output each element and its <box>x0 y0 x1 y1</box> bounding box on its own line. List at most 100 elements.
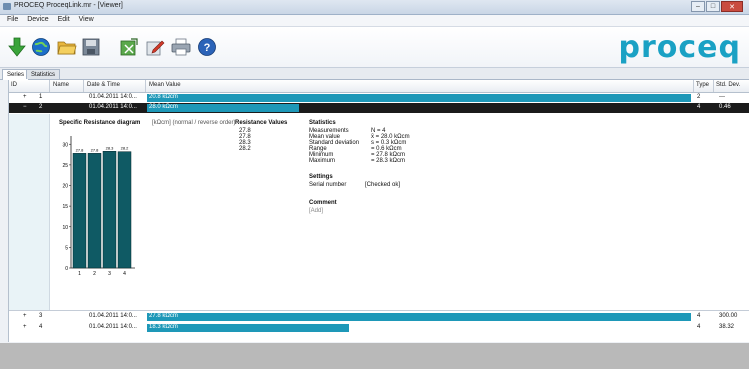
header-id[interactable]: ID <box>11 82 17 88</box>
tab-series[interactable]: Series <box>2 69 30 80</box>
resistance-value: 28.2 <box>239 146 251 152</box>
stat-label: Maximum <box>309 158 336 164</box>
mean-bar: 27.8 kΩcm <box>147 313 691 321</box>
header-mean[interactable]: Mean Value <box>149 82 181 88</box>
y-tick-label: 10 <box>62 225 68 231</box>
table-row[interactable]: + 3 01.04.2011 14:0... 27.8 kΩcm 4 300.0… <box>9 312 749 322</box>
maximize-button[interactable]: □ <box>706 1 720 12</box>
chart-bar <box>102 151 117 269</box>
row-id: 1 <box>39 94 43 100</box>
row-id: 4 <box>39 324 43 330</box>
tab-bar: Series Statistics <box>0 68 749 80</box>
row-datetime: 01.04.2011 14:0... <box>89 313 137 319</box>
y-tick-label: 5 <box>65 245 68 251</box>
x-tick-label: 2 <box>93 271 96 277</box>
svg-text:?: ? <box>204 42 211 54</box>
mean-bar: 28.0 kΩcm <box>147 104 299 112</box>
bar-data-label: 28.2 <box>121 146 130 151</box>
row-stddev: 0.46 <box>719 104 731 110</box>
chart-title: Specific Resistance diagram <box>59 120 141 126</box>
row-type: 2 <box>697 94 701 100</box>
toolbar: ? proceq <box>0 27 749 68</box>
menu-edit[interactable]: Edit <box>58 16 70 23</box>
menu-view[interactable]: View <box>79 16 94 23</box>
row-type: 4 <box>697 324 701 330</box>
comment-add-link[interactable]: [Add] <box>309 208 323 214</box>
settings-title: Settings <box>309 174 333 180</box>
detail-left-strip <box>9 114 50 310</box>
header-type[interactable]: Type <box>696 82 709 88</box>
edit-icon[interactable] <box>144 36 166 58</box>
header-datetime[interactable]: Date & Time <box>87 82 120 88</box>
help-icon[interactable]: ? <box>196 36 218 58</box>
minimize-button[interactable]: – <box>691 1 705 12</box>
row-datetime: 01.04.2011 14:0... <box>89 324 137 330</box>
chart-bar <box>72 153 87 269</box>
print-icon[interactable] <box>170 36 192 58</box>
header-stddev[interactable]: Std. Dev. <box>716 82 740 88</box>
bar-data-label: 28.3 <box>106 145 115 150</box>
mean-value: 28.0 kΩcm <box>149 104 178 110</box>
comment-title: Comment <box>309 200 337 206</box>
table-header: ID Name Date & Time Mean Value Type Std.… <box>9 80 749 93</box>
row-collapse-icon[interactable]: − <box>23 104 27 110</box>
table-row[interactable]: + 4 01.04.2011 14:0... 18.3 kΩcm 4 38.32 <box>9 323 749 333</box>
chart-bar <box>87 153 102 269</box>
menu-device[interactable]: Device <box>27 16 48 23</box>
row-id: 3 <box>39 313 43 319</box>
bar-data-label: 27.8 <box>91 147 100 152</box>
app-window: PROCEQ ProceqLink.mr - [Viewer] – □ ✕ Fi… <box>0 0 749 369</box>
tab-statistics[interactable]: Statistics <box>26 69 61 79</box>
row-datetime: 01.04.2011 14:0... <box>89 104 137 110</box>
status-area <box>0 343 749 369</box>
table-row[interactable]: + 1 01.04.2011 14:0... 20.8 kΩcm 2 --- <box>9 93 749 103</box>
stat-value: = 28.3 kΩcm <box>371 158 405 164</box>
mean-bar: 20.8 kΩcm <box>147 94 691 102</box>
resistance-values-title: Resistance Values <box>235 120 288 126</box>
bar-data-label: 27.8 <box>76 147 85 152</box>
row-datetime: 01.04.2011 14:0... <box>89 94 137 100</box>
open-folder-icon[interactable] <box>56 36 78 58</box>
chart-bar <box>117 151 132 269</box>
mean-value: 18.3 kΩcm <box>149 324 178 330</box>
x-tick-label: 3 <box>108 271 111 277</box>
globe-icon[interactable] <box>30 36 52 58</box>
menu-file[interactable]: File <box>7 16 18 23</box>
export-icon[interactable] <box>118 36 140 58</box>
row-stddev: --- <box>719 94 725 100</box>
x-tick-label: 1 <box>78 271 81 277</box>
proceq-logo: proceq <box>618 30 741 65</box>
app-icon <box>3 3 11 10</box>
menu-bar: File Device Edit View <box>0 15 749 27</box>
x-tick-label: 4 <box>123 271 126 277</box>
mean-value: 27.8 kΩcm <box>149 313 178 319</box>
title-bar: PROCEQ ProceqLink.mr - [Viewer] – □ ✕ <box>0 0 749 15</box>
row-expand-icon[interactable]: + <box>23 313 27 319</box>
row-expand-icon[interactable]: + <box>23 324 27 330</box>
row-type: 4 <box>697 104 701 110</box>
close-button[interactable]: ✕ <box>721 1 743 12</box>
mean-value: 20.8 kΩcm <box>149 94 178 100</box>
chart-unit-label: [kΩcm] (normal / reverse order) <box>152 120 236 126</box>
header-name[interactable]: Name <box>53 82 69 88</box>
y-tick-label: 15 <box>62 204 68 210</box>
resistance-bar-chart: 0 5 10 15 20 25 30 27.8 1 27.8 2 28.3 3 28.2 4 <box>62 136 135 277</box>
series-table: ID Name Date & Time Mean Value Type Std.… <box>8 80 749 342</box>
detail-panel: Specific Resistance diagram [kΩcm] (norm… <box>9 114 749 311</box>
row-stddev: 38.32 <box>719 324 735 330</box>
y-tick-label: 0 <box>65 266 68 272</box>
y-tick-label: 20 <box>62 184 68 190</box>
row-expand-icon[interactable]: + <box>23 94 27 100</box>
setting-value: [Checked ok] <box>365 182 401 188</box>
save-icon[interactable] <box>80 36 102 58</box>
row-type: 4 <box>697 313 701 319</box>
setting-label: Serial number <box>309 182 347 188</box>
download-arrow-icon[interactable] <box>6 36 28 58</box>
row-stddev: 300.00 <box>719 313 738 319</box>
row-id: 2 <box>39 104 43 110</box>
y-tick-label: 30 <box>62 142 68 148</box>
window-title: PROCEQ ProceqLink.mr - [Viewer] <box>14 2 123 9</box>
y-tick-label: 25 <box>62 163 68 169</box>
statistics-title: Statistics <box>309 120 336 126</box>
table-row-selected[interactable]: − 2 01.04.2011 14:0... 28.0 kΩcm 4 0.46 <box>9 103 749 113</box>
